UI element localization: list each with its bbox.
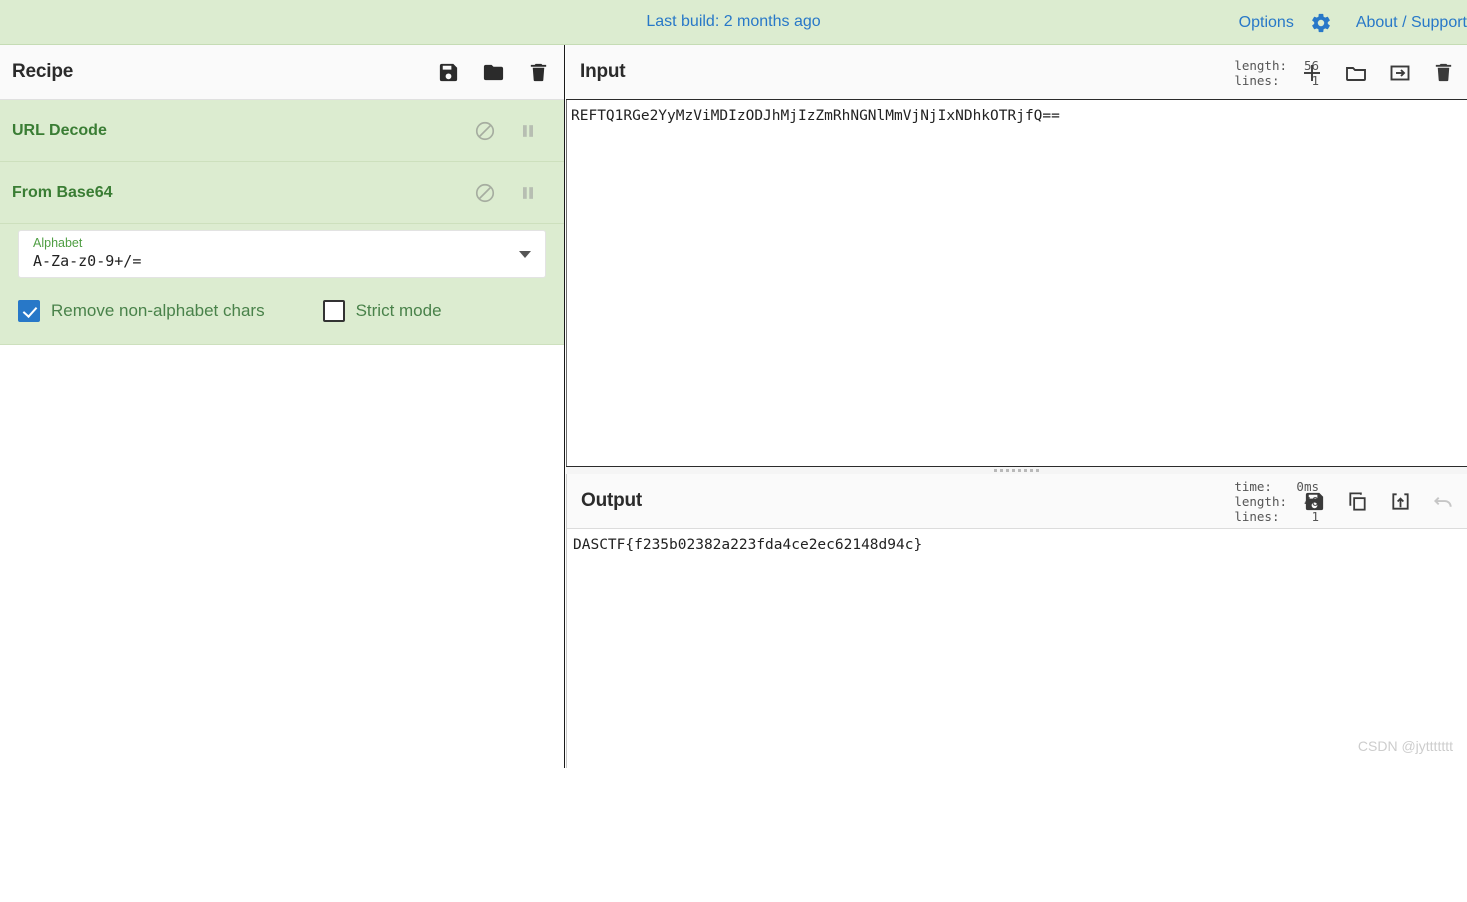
alphabet-label: Alphabet	[33, 236, 515, 250]
recipe-controls	[437, 45, 550, 100]
checkbox-unchecked-icon[interactable]	[323, 300, 345, 322]
operation-name: URL Decode	[12, 122, 107, 140]
output-panel: Output time: 0ms length: 40 lines: 1	[566, 474, 1467, 768]
input-lines-key: lines:	[1234, 73, 1279, 88]
options-link[interactable]: Options	[1239, 14, 1294, 32]
input-length-key: length:	[1234, 58, 1287, 73]
output-textarea[interactable]: DASCTF{f235b02382a223fda4ce2ec62148d94c}	[567, 529, 1467, 902]
gear-icon[interactable]	[1310, 12, 1332, 34]
checkbox-label: Strict mode	[356, 301, 442, 321]
remove-non-alphabet-chars-checkbox[interactable]: Remove non-alphabet chars	[18, 300, 265, 322]
trash-icon[interactable]	[527, 61, 550, 84]
chevron-down-icon[interactable]	[519, 251, 531, 258]
input-title-bar: Input length: 56 lines: 1	[566, 45, 1467, 100]
copy-output-icon[interactable]	[1346, 490, 1369, 513]
io-splitter[interactable]	[566, 466, 1467, 474]
recipe-title-bar: Recipe	[0, 45, 564, 100]
recipe-title: Recipe	[12, 61, 73, 83]
alphabet-select[interactable]: Alphabet A-Za-z0-9+/=	[18, 230, 546, 278]
breakpoint-pause-icon[interactable]	[518, 121, 538, 141]
operation-controls	[474, 100, 538, 162]
checkbox-label: Remove non-alphabet chars	[51, 301, 265, 321]
splitter-grip-icon[interactable]	[994, 469, 1039, 472]
replace-input-icon[interactable]	[1389, 490, 1412, 513]
input-textarea[interactable]: REFTQ1RGe2YyMzViMDIzODJhMjIzZmRhNGNlMmVj…	[566, 100, 1467, 473]
from-base64-arguments: Alphabet A-Za-z0-9+/= Remove non-alphabe…	[0, 224, 564, 345]
open-folder-icon[interactable]	[1344, 61, 1368, 85]
operation-name: From Base64	[12, 184, 113, 202]
about-support-link[interactable]: About / Support	[1356, 14, 1467, 32]
recipe-operations-list: URL Decode From Base64	[0, 100, 564, 345]
checkbox-checked-icon[interactable]	[18, 300, 40, 322]
strict-mode-checkbox[interactable]: Strict mode	[323, 300, 442, 322]
output-length-key: length:	[1234, 494, 1287, 509]
open-folder-as-input-icon[interactable]	[1388, 61, 1412, 85]
output-title: Output	[581, 490, 642, 512]
input-controls	[1300, 45, 1455, 100]
output-controls	[1303, 474, 1455, 529]
disable-icon[interactable]	[474, 182, 496, 204]
csdn-watermark: CSDN @jyttttttt	[1358, 738, 1453, 754]
alphabet-value: A-Za-z0-9+/=	[33, 250, 515, 272]
last-build-link[interactable]: Last build: 2 months ago	[646, 13, 820, 31]
operation-controls	[474, 162, 538, 224]
undo-icon[interactable]	[1432, 490, 1455, 513]
add-tab-icon[interactable]	[1300, 61, 1324, 85]
top-banner: Last build: 2 months ago Options About /…	[0, 0, 1467, 45]
recipe-operation-url-decode[interactable]: URL Decode	[0, 100, 564, 162]
input-panel: Input length: 56 lines: 1	[566, 45, 1467, 473]
breakpoint-pause-icon[interactable]	[518, 183, 538, 203]
disable-icon[interactable]	[474, 120, 496, 142]
save-output-icon[interactable]	[1303, 490, 1326, 513]
clear-io-icon[interactable]	[1432, 61, 1455, 84]
output-title-bar: Output time: 0ms length: 40 lines: 1	[567, 474, 1467, 529]
banner-right-links: Options About / Support	[1239, 0, 1467, 45]
recipe-panel: Recipe URL Decode	[0, 45, 565, 768]
recipe-operation-from-base64[interactable]: From Base64	[0, 162, 564, 224]
input-title: Input	[580, 61, 625, 83]
output-time-key: time:	[1234, 479, 1272, 494]
folder-icon[interactable]	[482, 61, 505, 84]
from-base64-checkboxes: Remove non-alphabet chars Strict mode	[18, 300, 546, 322]
save-icon[interactable]	[437, 61, 460, 84]
output-lines-key: lines:	[1234, 509, 1279, 524]
